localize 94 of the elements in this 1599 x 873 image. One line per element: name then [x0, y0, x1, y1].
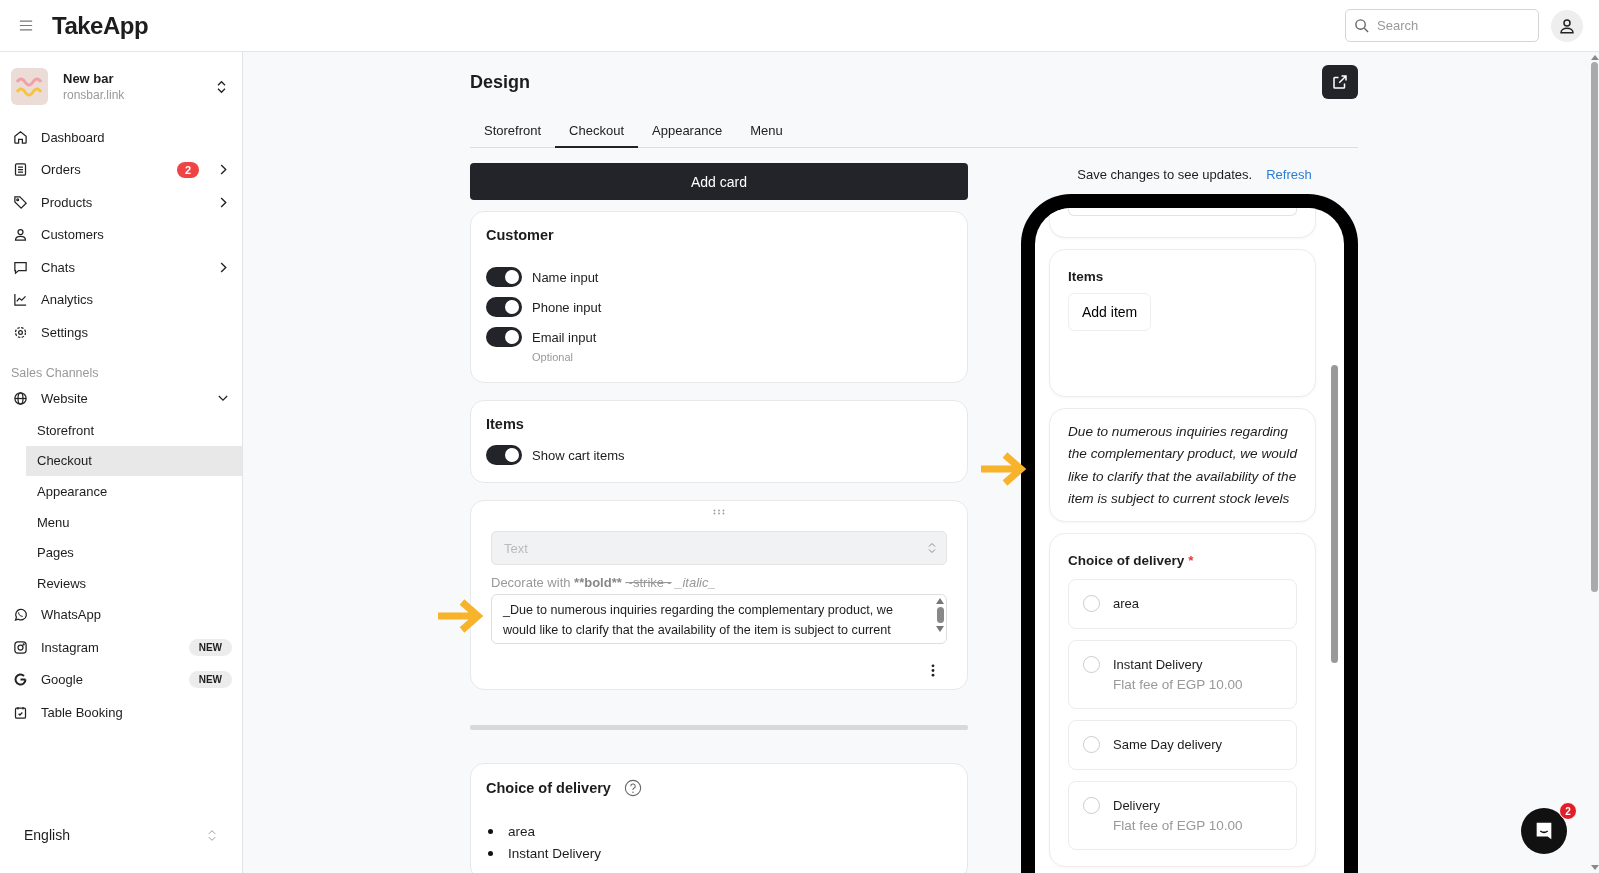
nav-item[interactable]: Settings	[0, 316, 242, 349]
calendar-icon	[13, 704, 28, 720]
card-title: Choice of delivery	[486, 780, 611, 796]
sub-nav-item[interactable]: Checkout	[26, 445, 242, 477]
nav-item[interactable]: Dashboard	[0, 121, 242, 154]
globe-icon	[13, 391, 28, 407]
up-down-icon	[928, 542, 936, 554]
phone-bubble-icon	[13, 607, 28, 623]
up-down-icon	[208, 828, 216, 842]
delivery-option: Instant Delivery	[508, 845, 602, 861]
sub-nav-item[interactable]: Appearance	[26, 476, 242, 507]
toggle-switch[interactable]	[486, 327, 522, 347]
delivery-option[interactable]: Same Day delivery	[1068, 719, 1297, 770]
open-external-button[interactable]	[1322, 65, 1358, 99]
tab[interactable]: Checkout	[555, 116, 638, 148]
external-link-icon	[1331, 73, 1349, 91]
more-options-icon[interactable]	[931, 664, 935, 677]
nav-item[interactable]: Website	[0, 382, 242, 415]
language-select[interactable]: English	[0, 827, 242, 843]
scroll-down-icon[interactable]	[1590, 865, 1599, 870]
text-area-field[interactable]: _Due to numerous inquiries regarding the complementary product, we would like to clarify that the availability of the item is subject to current	[491, 594, 947, 644]
new-badge: NEW	[188, 638, 232, 656]
scrollbar-thumb[interactable]	[1591, 62, 1598, 592]
toggle-label: Email input	[532, 329, 597, 345]
nav-item[interactable]: Instagram NEW	[0, 631, 242, 664]
g-icon	[13, 672, 28, 688]
message-text: Due to numerous inquiries regarding the complementary product, we would like to clarify that the availability of the item is subject to current stock levels	[1068, 423, 1297, 509]
card-title: Items	[486, 416, 525, 432]
search-icon	[1354, 18, 1369, 33]
delivery-option[interactable]: Instant Delivery Flat fee of EGP 10.00	[1068, 639, 1297, 709]
delivery-option[interactable]: Delivery Flat fee of EGP 10.00	[1068, 780, 1297, 850]
search-field[interactable]: Search	[1345, 9, 1539, 42]
add-item-button[interactable]: Add item	[1068, 293, 1152, 331]
person-icon	[1558, 16, 1576, 35]
delivery-option[interactable]: area	[1068, 578, 1297, 629]
sub-nav-item[interactable]: Reviews	[26, 567, 242, 599]
notice-text: Save changes to see updates.	[1077, 166, 1253, 182]
store-domain: ronsbar.link	[63, 88, 126, 102]
tab[interactable]: Menu	[736, 116, 797, 148]
bullet-icon	[488, 850, 493, 856]
toggle-switch[interactable]	[486, 297, 522, 317]
nav-item[interactable]: Products	[0, 186, 242, 219]
settings-icon	[13, 324, 28, 340]
list-icon	[13, 162, 28, 178]
card-title: Customer	[486, 227, 555, 243]
section-heading: Sales Channels	[10, 364, 100, 382]
nav-item[interactable]: Table Booking	[0, 696, 242, 729]
tag-icon	[13, 194, 28, 210]
sub-nav-item[interactable]: Pages	[26, 537, 242, 568]
store-logo	[11, 68, 48, 105]
toggle-switch[interactable]	[486, 267, 522, 287]
count-badge: 2	[1559, 802, 1577, 820]
chart-icon	[13, 292, 28, 308]
tab[interactable]: Appearance	[638, 116, 737, 148]
store-name: New bar	[63, 71, 115, 86]
drag-handle-icon[interactable]	[713, 509, 725, 515]
help-icon[interactable]	[623, 779, 642, 797]
menu-icon[interactable]	[19, 20, 33, 31]
nav-item[interactable]: WhatsApp	[0, 598, 242, 632]
app-logo[interactable]: TakeApp	[52, 11, 149, 40]
camera-icon	[13, 639, 28, 655]
delivery-option: area	[508, 824, 536, 840]
nav-item[interactable]: Analytics	[0, 283, 242, 316]
house-icon	[13, 129, 28, 145]
toggle-label: Phone input	[532, 299, 602, 315]
page-title: Design	[470, 71, 530, 93]
toggle-label: Name input	[532, 269, 599, 285]
card-title: Items	[1068, 269, 1105, 284]
required-mark: *	[1188, 552, 1194, 568]
nav-item[interactable]: Orders 2	[0, 153, 242, 186]
toggle-switch[interactable]	[486, 445, 522, 465]
arrow-icon	[436, 598, 486, 634]
toggle-label: Show cart items	[532, 447, 625, 463]
nav-item[interactable]: Chats	[0, 251, 242, 284]
card-title: Choice of delivery	[1068, 552, 1185, 568]
input-field[interactable]	[1068, 208, 1297, 216]
toggle-note: Optional	[532, 351, 574, 363]
refresh-link[interactable]: Refresh	[1266, 166, 1312, 182]
add-card-button[interactable]: Add card	[470, 163, 968, 200]
format-hint: Decorate with **bold** ~strike~ _italic_	[491, 575, 717, 590]
nav-item[interactable]: Google NEW	[0, 663, 242, 697]
person-icon	[13, 227, 28, 243]
chat-button[interactable]	[1521, 808, 1567, 854]
new-badge: NEW	[188, 671, 232, 689]
nav-item[interactable]: Customers	[0, 218, 242, 251]
switcher-icon[interactable]	[217, 79, 226, 94]
bullet-icon	[488, 829, 493, 835]
sub-nav-item[interactable]: Menu	[26, 506, 242, 538]
chat-icon	[13, 259, 28, 275]
tab[interactable]: Storefront	[470, 116, 556, 148]
sub-nav-item[interactable]: Storefront	[26, 415, 242, 446]
count-badge: 2	[176, 161, 199, 178]
scrollbar-thumb[interactable]	[1331, 365, 1338, 663]
account-button[interactable]	[1551, 9, 1583, 42]
